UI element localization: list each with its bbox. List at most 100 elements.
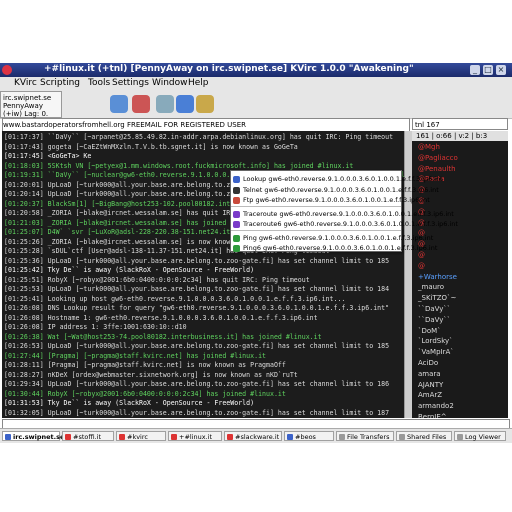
server-name: irc.swipnet.se	[3, 94, 52, 102]
nick-item[interactable]: `DoM`	[418, 327, 441, 335]
nick-item[interactable]: _mauro	[418, 283, 444, 291]
taskbar-tab[interactable]: #slackware.it	[224, 431, 282, 441]
chat-line: [01:26:08] IP address 1: 3ffe:1001:630:1…	[4, 323, 187, 331]
menu-separator	[231, 230, 401, 231]
close-button[interactable]: ×	[496, 65, 506, 75]
chat-line: [01:17:43] gogeta [~CaEZtWnMXzln.T.V.b.t…	[4, 142, 298, 151]
nick-item[interactable]: armando2	[418, 402, 454, 410]
chat-line: [01:25:07] D4W` `svr [~LuXoR@adsl-228-22…	[4, 228, 251, 236]
chat-line: [01:25:42] Tky De`` is away (SlackRoX - …	[4, 266, 255, 274]
nick-item[interactable]: @	[418, 262, 425, 270]
nick-item[interactable]: `LordSky`	[418, 337, 453, 345]
chat-line: [01:21:03] _ZORIA [~blake@ircnet.wessala…	[4, 218, 243, 227]
nick-item[interactable]: AmArZ	[418, 391, 442, 399]
taskbar-tab[interactable]: File Transfers	[336, 431, 394, 441]
menu-help[interactable]: Help	[188, 78, 209, 88]
chat-line: [01:20:37] BlackSm[1] [~BigBang@host253-…	[4, 199, 251, 208]
taskbar-tab-label: Log Viewer	[465, 433, 501, 441]
tab-icon	[65, 434, 71, 440]
channel-mode-box[interactable]: tnl 167	[412, 118, 508, 130]
globe-icon[interactable]	[156, 95, 174, 113]
chat-line: [01:17:37] ``DaVy`` [~arpanet@25.85.49.8…	[4, 133, 394, 141]
chat-line: [01:31:53] Tky De`` is away (SlackRoX - …	[4, 399, 255, 407]
context-menu-item[interactable]: Lookup gw6-eth0.reverse.9.1.0.0.0.3.6.0.…	[243, 175, 443, 183]
nick-item[interactable]: @Pagliacco	[418, 154, 458, 162]
maximize-button[interactable]: □	[483, 65, 493, 75]
toolbar	[0, 90, 512, 119]
chat-line: [01:25:51] RobyX [~robyx@2001:6b0:0400:0…	[4, 275, 310, 284]
menubar: KVirc Scripting Tools Settings Window He…	[0, 77, 512, 91]
chat-line: [01:20:58] _ZORIA [~blake@ircnet.wessala…	[4, 209, 247, 217]
nick-item[interactable]: amara	[418, 370, 441, 378]
hostname-context-menu: Lookup gw6-eth0.reverse.9.1.0.0.0.3.6.0.…	[230, 170, 458, 252]
taskbar-tab-label: #kvirc	[127, 433, 148, 441]
chat-line: [01:28:27] nKDeX [ordex@webmaster.sixnet…	[4, 370, 298, 379]
minimize-button[interactable]: _	[470, 65, 480, 75]
nick-item[interactable]: @Mgh	[418, 143, 440, 151]
options-icon[interactable]	[132, 95, 150, 113]
menu-scripting[interactable]: Scripting	[40, 78, 80, 88]
context-menu-item[interactable]: Telnet gw6-eth0.reverse.9.1.0.0.0.3.6.0.…	[243, 186, 439, 194]
window-titlebar[interactable]: +#linux.it (+tnl) [PennyAway on irc.swip…	[0, 63, 512, 77]
nick-item[interactable]: AJANTY	[418, 381, 443, 389]
chat-line: [01:25:41] Looking up host gw6-eth0.reve…	[4, 294, 346, 303]
taskbar-tab[interactable]: +#linux.it	[168, 431, 222, 441]
taskbar-tab-label: +#linux.it	[179, 433, 213, 441]
taskbar-tab-label: File Transfers	[347, 433, 390, 441]
tab-icon	[399, 434, 405, 440]
context-menu-item[interactable]: Ftp gw6-eth0.reverse.9.1.0.0.0.3.6.0.1.0…	[243, 196, 430, 204]
chat-line: [01:26:08] DNS Lookup result for query "…	[4, 304, 390, 312]
taskbar-tab[interactable]: Shared Files	[396, 431, 452, 441]
chat-line: [01:32:05] UpLoaD [~turk000@all.your.bas…	[4, 408, 390, 417]
nick-item[interactable]: BernIE^	[418, 413, 447, 418]
chat-line: [01:30:44] RobyX [~robyx@2001:6b0:0400:0…	[4, 389, 286, 398]
tab-icon	[119, 434, 125, 440]
nick-item[interactable]: +Warhorse	[418, 273, 457, 281]
chat-line: [01:26:08] Hostname 1: gw6-eth0.reverse.…	[4, 313, 318, 322]
channel-topic[interactable]: www.bastardoperatorsfromhell.org FREEMAI…	[2, 118, 410, 132]
nick-item[interactable]: ``DaVy``	[418, 305, 450, 313]
chat-line: [01:25:53] UpLoaD [~turk000@all.your.bas…	[4, 285, 390, 293]
app-icon	[2, 65, 12, 75]
taskbar-tab-label: #stoffi.it	[73, 433, 102, 441]
taskbar-tab[interactable]: #kvirc	[116, 431, 166, 441]
taskbar-tab[interactable]: #beos	[284, 431, 334, 441]
tab-icon	[5, 434, 11, 440]
traceroute-icon	[233, 210, 240, 218]
nick-item[interactable]: @Penaulth	[418, 165, 456, 173]
menu-settings[interactable]: Settings	[112, 78, 149, 88]
ftp-icon	[233, 197, 240, 204]
chat-line: [01:26:53] UpLoaD [~turk000@all.your.bas…	[4, 342, 390, 350]
connect-icon[interactable]	[110, 95, 128, 113]
context-menu-item[interactable]: Ping6 gw6-eth0.reverse.9.1.0.0.0.3.6.0.1…	[243, 244, 437, 252]
context-menu-item[interactable]: Ping gw6-eth0.reverse.9.1.0.0.0.3.6.0.1.…	[243, 234, 433, 242]
chat-line: [01:18:03] 5SKtsh VN [~petyex@1.mm.windo…	[4, 161, 354, 170]
nick-item[interactable]: _SKiTZO`~	[418, 294, 456, 302]
chat-line: [01:28:11] [Pragma] [~pragma@staff.kvirc…	[4, 361, 286, 369]
menu-window[interactable]: Window	[152, 78, 188, 88]
taskbar-tab[interactable]: Log Viewer	[454, 431, 506, 441]
chat-line: [01:17:45] <GoGeTa> Ke	[4, 152, 92, 160]
server-status-window[interactable]: irc.swipnet.se PennyAway (+iw) Lag: 0.	[0, 91, 62, 118]
tab-icon	[287, 434, 293, 440]
user-status: PennyAway (+iw) Lag: 0.	[3, 102, 49, 118]
menu-kvirc[interactable]: KVirc	[14, 78, 37, 88]
nick-item[interactable]: @	[418, 251, 425, 259]
taskbar-tab-label: #beos	[295, 433, 316, 441]
menu-tools[interactable]: Tools	[88, 78, 110, 88]
taskbar-tab[interactable]: irc.swipnet.se	[2, 431, 64, 441]
ping-icon	[233, 234, 240, 242]
tools-icon[interactable]	[196, 95, 214, 113]
chat-line: [01:25:26] _ZORIA [~blake@ircnet.wessala…	[4, 237, 247, 246]
lookup-icon	[233, 176, 240, 183]
nick-item[interactable]: AciDo	[418, 359, 438, 367]
server-icon[interactable]	[176, 95, 194, 113]
taskbar-tab[interactable]: #stoffi.it	[62, 431, 114, 441]
nick-item[interactable]: ``DaVy``	[418, 316, 450, 324]
context-menu-item[interactable]: Traceroute6 gw6-eth0.reverse.9.1.0.0.0.3…	[243, 220, 458, 228]
nick-item[interactable]: `VaMpIrA`	[418, 348, 454, 356]
tab-icon	[171, 434, 177, 440]
chat-line: [01:27:44] [Pragma] [~pragma@staff.kvirc…	[4, 351, 267, 360]
context-menu-item[interactable]: Traceroute gw6-eth0.reverse.9.1.0.0.0.3.…	[243, 210, 454, 218]
window-taskbar: irc.swipnet.se #stoffi.it #kvirc +#linux.it…	[0, 428, 512, 443]
